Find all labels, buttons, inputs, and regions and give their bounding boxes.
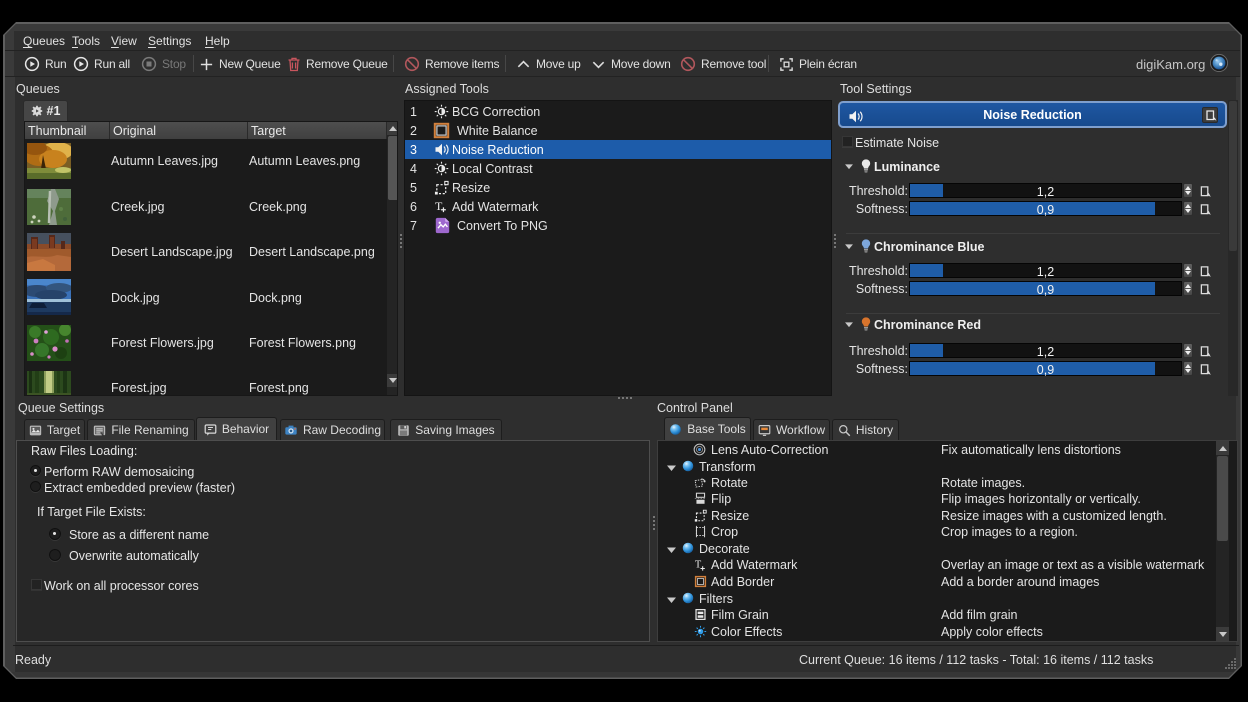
svg-text:T: T [435, 199, 443, 213]
